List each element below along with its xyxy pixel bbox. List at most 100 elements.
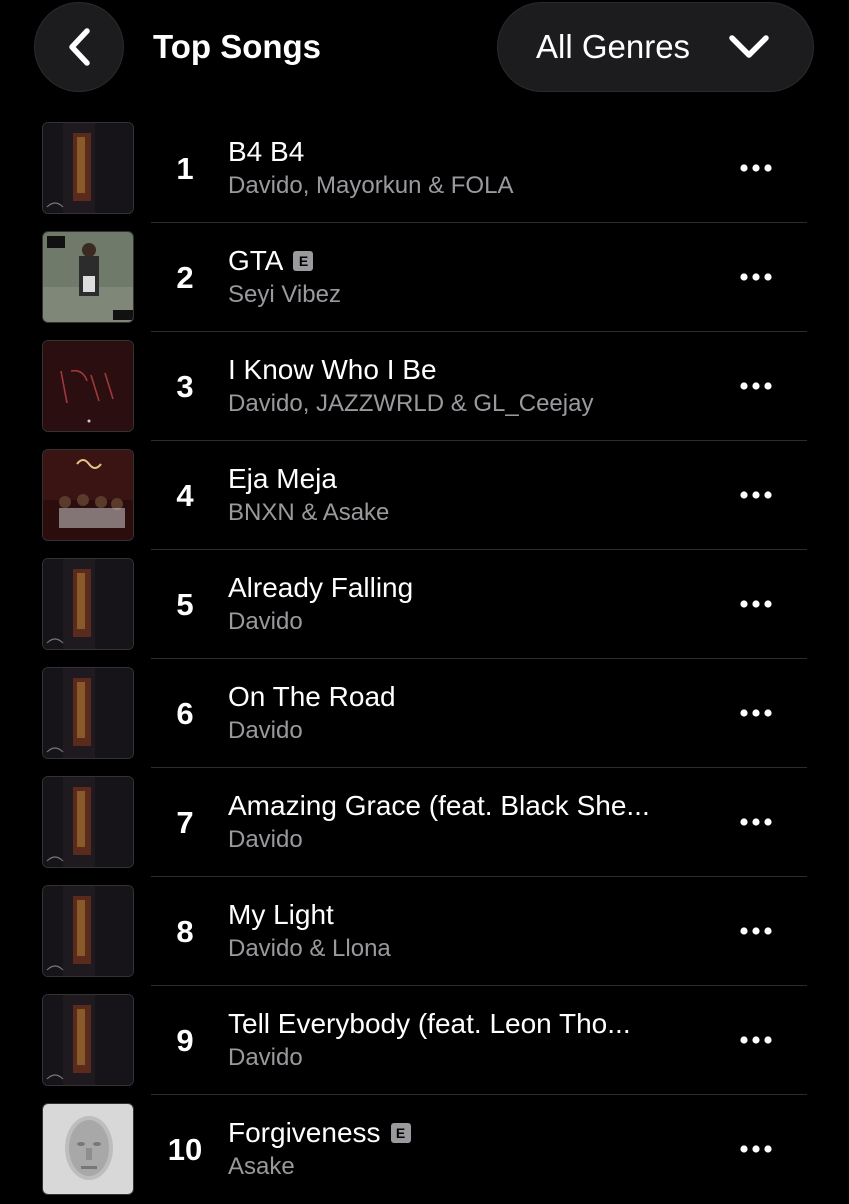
album-artwork bbox=[42, 885, 134, 977]
more-ellipsis-icon bbox=[740, 1036, 772, 1044]
album-artwork bbox=[42, 122, 134, 214]
song-artist: Davido & Llona bbox=[228, 935, 391, 962]
song-rank: 9 bbox=[176, 1023, 194, 1058]
song-title: Eja Meja bbox=[228, 463, 337, 494]
song-text: My Light Davido & Llona bbox=[228, 897, 713, 965]
song-artist: Davido, Mayorkun & FOLA bbox=[228, 172, 514, 199]
song-title-line: On The Road bbox=[228, 679, 713, 715]
song-artist: BNXN & Asake bbox=[228, 499, 390, 526]
header: Top Songs All Genres bbox=[0, 0, 849, 110]
genre-filter-label: All Genres bbox=[536, 28, 691, 65]
song-title: GTA bbox=[228, 245, 284, 276]
song-title: Amazing Grace (feat. Black She... bbox=[228, 790, 650, 821]
more-options-button[interactable] bbox=[732, 913, 780, 949]
page-title: Top Songs bbox=[153, 28, 322, 65]
more-ellipsis-icon bbox=[740, 709, 772, 717]
song-row-9[interactable]: 9 Tell Everybody (feat. Leon Tho... Davi… bbox=[0, 986, 849, 1095]
song-text: On The Road Davido bbox=[228, 679, 713, 747]
song-rank: 3 bbox=[176, 369, 194, 404]
more-ellipsis-icon bbox=[740, 491, 772, 499]
song-title-line: Tell Everybody (feat. Leon Tho... bbox=[228, 1006, 713, 1042]
album-artwork bbox=[42, 449, 134, 541]
song-rank: 4 bbox=[176, 478, 194, 513]
song-text: GTA E Seyi Vibez bbox=[228, 243, 713, 311]
song-title: Tell Everybody (feat. Leon Tho... bbox=[228, 1008, 631, 1039]
song-artist: Davido, JAZZWRLD & GL_Ceejay bbox=[228, 390, 594, 417]
song-artist: Seyi Vibez bbox=[228, 281, 341, 308]
more-ellipsis-icon bbox=[740, 382, 772, 390]
song-title-line: Already Falling bbox=[228, 570, 713, 606]
more-options-button[interactable] bbox=[732, 1131, 780, 1167]
song-text: Tell Everybody (feat. Leon Tho... Davido bbox=[228, 1006, 713, 1074]
album-artwork bbox=[42, 667, 134, 759]
song-artist: Davido bbox=[228, 608, 303, 635]
song-title: On The Road bbox=[228, 681, 396, 712]
song-row-8[interactable]: 8 My Light Davido & Llona bbox=[0, 877, 849, 986]
song-row-4[interactable]: 4 Eja Meja BNXN & Asake bbox=[0, 441, 849, 550]
song-text: B4 B4 Davido, Mayorkun & FOLA bbox=[228, 134, 713, 202]
song-row-3[interactable]: 3 I Know Who I Be Davido, JAZZWRLD & GL_… bbox=[0, 332, 849, 441]
song-title-line: B4 B4 bbox=[228, 134, 713, 170]
song-title-line: Forgiveness E bbox=[228, 1115, 713, 1151]
more-ellipsis-icon bbox=[740, 818, 772, 826]
genre-filter-button[interactable]: All Genres bbox=[497, 2, 814, 92]
more-options-button[interactable] bbox=[732, 259, 780, 295]
song-title-line: Eja Meja bbox=[228, 461, 713, 497]
album-artwork bbox=[42, 776, 134, 868]
song-text: Eja Meja BNXN & Asake bbox=[228, 461, 713, 529]
song-row-1[interactable]: 1 B4 B4 Davido, Mayorkun & FOLA bbox=[0, 114, 849, 223]
album-artwork bbox=[42, 340, 134, 432]
chevron-down-icon bbox=[729, 35, 769, 58]
more-options-button[interactable] bbox=[732, 477, 780, 513]
more-ellipsis-icon bbox=[740, 600, 772, 608]
song-rank: 2 bbox=[176, 260, 194, 295]
song-artist: Davido bbox=[228, 1044, 303, 1071]
chevron-left-icon bbox=[69, 28, 90, 66]
song-artist: Asake bbox=[228, 1153, 295, 1180]
song-title-line: My Light bbox=[228, 897, 713, 933]
album-artwork bbox=[42, 994, 134, 1086]
more-options-button[interactable] bbox=[732, 368, 780, 404]
song-rank: 5 bbox=[176, 587, 194, 622]
more-ellipsis-icon bbox=[740, 927, 772, 935]
explicit-badge: E bbox=[293, 251, 314, 271]
song-row-2[interactable]: 2 GTA E Seyi Vibez bbox=[0, 223, 849, 332]
song-title: Already Falling bbox=[228, 572, 414, 603]
album-artwork bbox=[42, 558, 134, 650]
album-artwork bbox=[42, 1103, 134, 1195]
song-rank: 8 bbox=[176, 914, 194, 949]
song-title: My Light bbox=[228, 899, 334, 930]
explicit-badge: E bbox=[390, 1123, 411, 1143]
song-row-10[interactable]: 10 Forgiveness E Asake bbox=[0, 1095, 849, 1204]
song-title-line: GTA E bbox=[228, 243, 713, 279]
more-ellipsis-icon bbox=[740, 1145, 772, 1153]
back-button[interactable] bbox=[34, 2, 124, 92]
song-title-line: I Know Who I Be bbox=[228, 352, 713, 388]
more-ellipsis-icon bbox=[740, 273, 772, 281]
song-artist: Davido bbox=[228, 826, 303, 853]
song-rank: 7 bbox=[176, 805, 194, 840]
song-rank: 1 bbox=[176, 151, 194, 186]
song-title-line: Amazing Grace (feat. Black She... bbox=[228, 788, 713, 824]
song-list: 1 B4 B4 Davido, Mayorkun & FOLA 2 GTA E … bbox=[0, 114, 849, 1204]
song-artist: Davido bbox=[228, 717, 303, 744]
song-text: Already Falling Davido bbox=[228, 570, 713, 638]
more-options-button[interactable] bbox=[732, 1022, 780, 1058]
song-title: Forgiveness bbox=[228, 1117, 381, 1148]
song-row-7[interactable]: 7 Amazing Grace (feat. Black She... Davi… bbox=[0, 768, 849, 877]
more-options-button[interactable] bbox=[732, 150, 780, 186]
album-artwork bbox=[42, 231, 134, 323]
song-text: Amazing Grace (feat. Black She... Davido bbox=[228, 788, 713, 856]
song-row-6[interactable]: 6 On The Road Davido bbox=[0, 659, 849, 768]
song-text: I Know Who I Be Davido, JAZZWRLD & GL_Ce… bbox=[228, 352, 713, 420]
more-ellipsis-icon bbox=[740, 164, 772, 172]
more-options-button[interactable] bbox=[732, 586, 780, 622]
more-options-button[interactable] bbox=[732, 695, 780, 731]
song-rank: 6 bbox=[176, 696, 194, 731]
song-title: B4 B4 bbox=[228, 136, 305, 167]
song-title: I Know Who I Be bbox=[228, 354, 437, 385]
song-rank: 10 bbox=[167, 1132, 203, 1167]
more-options-button[interactable] bbox=[732, 804, 780, 840]
song-text: Forgiveness E Asake bbox=[228, 1115, 713, 1183]
song-row-5[interactable]: 5 Already Falling Davido bbox=[0, 550, 849, 659]
